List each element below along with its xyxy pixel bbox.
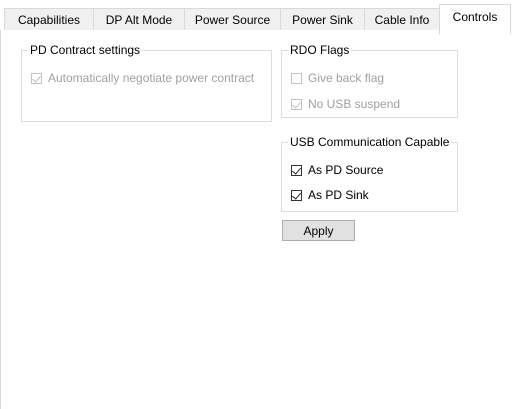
as-pd-sink-checkbox[interactable]: As PD Sink <box>291 188 369 202</box>
as-pd-sink-label: As PD Sink <box>308 188 369 202</box>
apply-button[interactable]: Apply <box>282 220 355 241</box>
give-back-label: Give back flag <box>308 71 385 85</box>
tab-controls[interactable]: Controls <box>439 4 511 34</box>
tab-dp-alt-mode[interactable]: DP Alt Mode <box>93 8 185 30</box>
as-pd-source-checkbox[interactable]: As PD Source <box>291 163 383 177</box>
auto-negotiate-label: Automatically negotiate power contract <box>48 71 255 85</box>
no-usb-suspend-checkbox[interactable]: No USB suspend <box>291 97 400 111</box>
pd-contract-title: PD Contract settings <box>28 43 143 57</box>
tab-strip: Capabilities DP Alt Mode Power Source Po… <box>0 0 523 34</box>
usb-comm-title: USB Communication Capable <box>288 135 452 149</box>
tab-capabilities[interactable]: Capabilities <box>4 8 94 30</box>
rdo-flags-group: RDO Flags Give back flag No USB suspend <box>281 43 458 118</box>
tab-power-source[interactable]: Power Source <box>184 8 281 30</box>
auto-negotiate-checkbox[interactable]: Automatically negotiate power contract <box>31 71 254 85</box>
tab-power-sink[interactable]: Power Sink <box>280 8 365 30</box>
controls-panel: PD Contract settings Automatically negot… <box>0 30 510 409</box>
rdo-flags-title: RDO Flags <box>288 43 352 57</box>
controls-window: Capabilities DP Alt Mode Power Source Po… <box>0 0 523 409</box>
give-back-check-icon <box>291 72 302 84</box>
usb-comm-group: USB Communication Capable As PD Source A… <box>281 135 458 212</box>
no-usb-suspend-check-icon <box>291 98 302 110</box>
pd-contract-group: PD Contract settings Automatically negot… <box>21 43 272 122</box>
auto-negotiate-check-icon <box>31 72 42 84</box>
tab-cable-info[interactable]: Cable Info <box>364 8 440 30</box>
as-pd-source-check-icon <box>291 164 302 176</box>
no-usb-suspend-label: No USB suspend <box>308 97 401 111</box>
give-back-checkbox[interactable]: Give back flag <box>291 71 384 85</box>
as-pd-source-label: As PD Source <box>308 163 384 177</box>
as-pd-sink-check-icon <box>291 189 302 201</box>
